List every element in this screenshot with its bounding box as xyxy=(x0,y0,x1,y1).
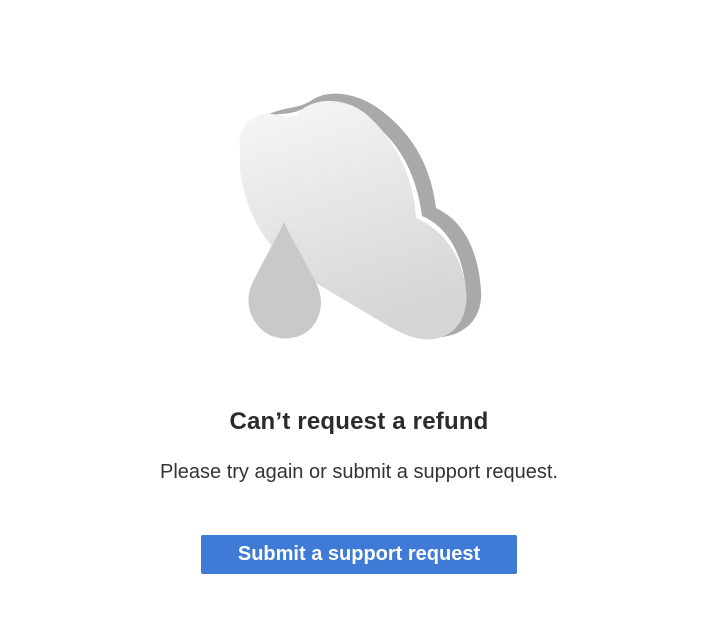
cloud-with-raindrop-icon xyxy=(230,88,490,348)
error-title: Can’t request a refund xyxy=(229,408,489,435)
error-message: Please try again or submit a support req… xyxy=(160,461,558,483)
error-page: Can’t request a refund Please try again … xyxy=(0,0,701,638)
submit-support-request-button[interactable]: Submit a support request xyxy=(201,535,517,574)
